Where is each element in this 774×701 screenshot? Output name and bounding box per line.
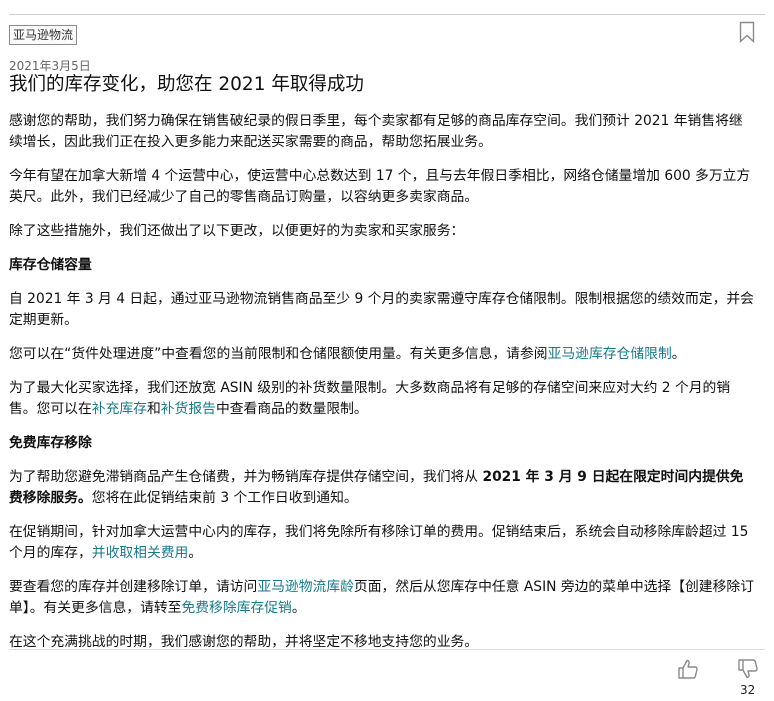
storage-limits-link[interactable]: 亚马逊库存仓储限制 <box>548 346 672 362</box>
paragraph: 今年有望在加拿大新增 4 个运营中心，使运营中心总数达到 17 个，且与去年假日… <box>9 168 751 205</box>
inventory-age-link[interactable]: 亚马逊物流库龄 <box>257 579 354 595</box>
paragraph: 您可以在“货件处理进度”中查看您的当前限制和仓储限额使用量。有关更多信息，请参阅… <box>9 346 686 362</box>
thumbs-down-icon[interactable] <box>737 658 759 680</box>
thumbs-up-icon[interactable] <box>677 658 699 680</box>
paragraph: 在促销期间，针对加拿大运营中心内的库存，我们将免除所有移除订单的费用。促销结束后… <box>9 524 749 561</box>
paragraph: 感谢您的帮助，我们努力确保在销售破纪录的假日季里，每个卖家都有足够的商品库存空间… <box>9 113 743 150</box>
paragraph: 为了帮助您避免滞销商品产生仓储费，并为畅销库存提供存储空间，我们将从 2021 … <box>9 469 744 506</box>
post-body: 感谢您的帮助，我们努力确保在销售破纪录的假日季里，每个卖家都有足够的商品库存空间… <box>9 111 755 666</box>
paragraph: 除了这些措施外，我们还做出了以下更改，以便更好的为卖家和买家服务： <box>9 223 465 239</box>
paragraph: 为了最大化买家选择，我们还放宽 ASIN 级别的补货数量限制。大多数商品将有足够… <box>9 380 731 417</box>
restock-report-link[interactable]: 补货报告 <box>161 401 216 417</box>
section-heading-storage: 库存仓储容量 <box>9 257 92 273</box>
fees-link[interactable]: 并收取相关费用 <box>92 545 189 561</box>
dislike-count: 32 <box>740 683 756 697</box>
category-tag[interactable]: 亚马逊物流 <box>9 25 78 45</box>
post-title: 我们的库存变化，助您在 2021 年取得成功 <box>9 74 364 95</box>
news-post-card: 亚马逊物流 2021年3月5日 我们的库存变化，助您在 2021 年取得成功 感… <box>9 14 765 701</box>
section-heading-removal: 免费库存移除 <box>9 435 92 451</box>
restock-link[interactable]: 补充库存 <box>92 401 147 417</box>
bookmark-icon[interactable] <box>739 21 755 43</box>
footer-divider <box>9 649 765 650</box>
paragraph: 自 2021 年 3 月 4 日起，通过亚马逊物流销售商品至少 9 个月的卖家需… <box>9 291 754 328</box>
free-removal-promo-link[interactable]: 免费移除库存促销 <box>181 600 291 616</box>
paragraph: 要查看您的库存并创建移除订单，请访问亚马逊物流库龄页面，然后从您库存中任意 AS… <box>9 579 754 616</box>
